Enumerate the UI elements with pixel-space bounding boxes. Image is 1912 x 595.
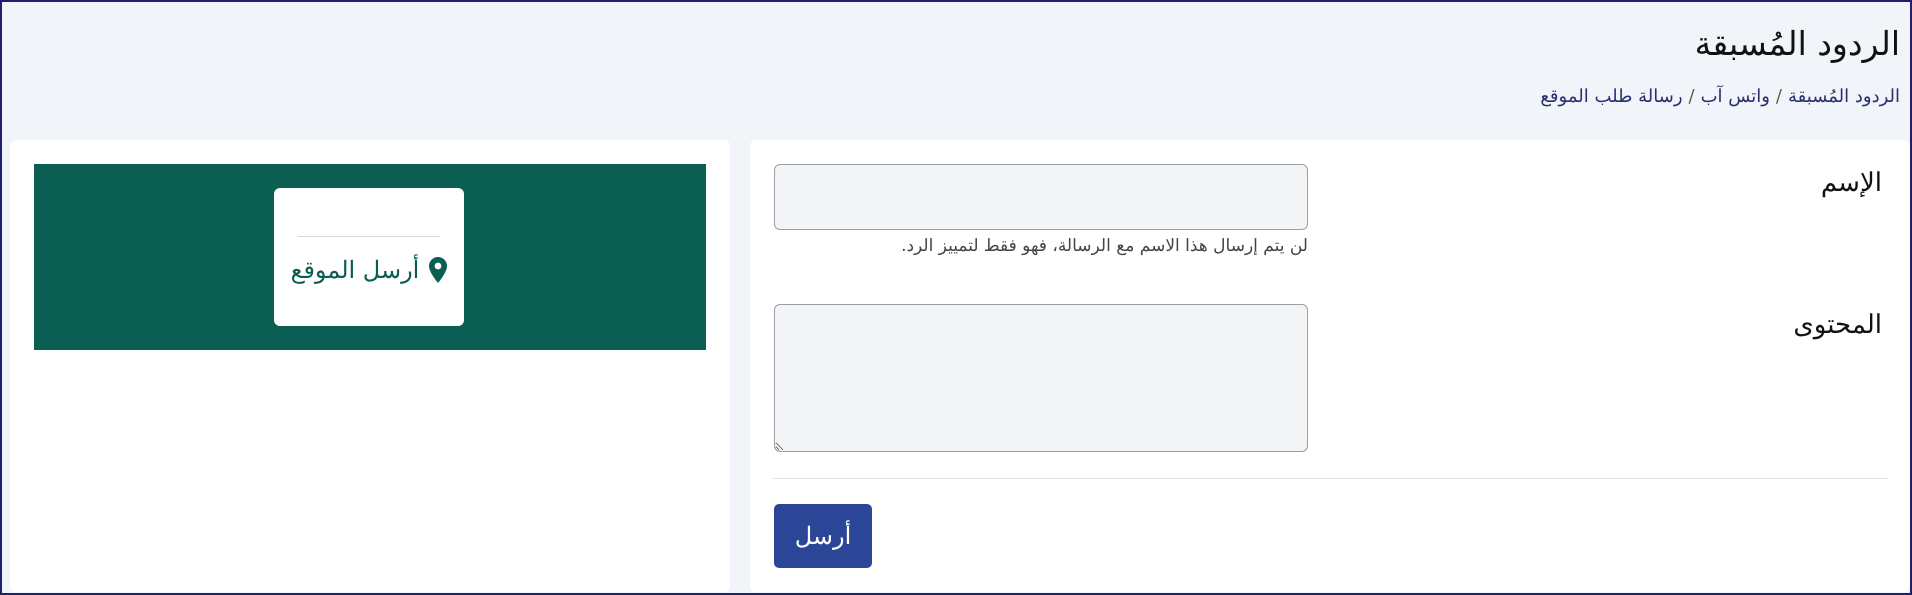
send-button[interactable]: أرسل xyxy=(774,504,872,568)
content-label: المحتوى xyxy=(1793,310,1882,340)
preview-chat-background: أرسل الموقع xyxy=(34,164,706,350)
breadcrumb-item-current: رسالة طلب الموقع xyxy=(1540,86,1683,107)
name-label: الإسم xyxy=(1820,168,1882,198)
bubble-divider xyxy=(298,236,440,237)
page-frame: الردود المُسبقة الردود المُسبقة / واتس آ… xyxy=(0,0,1912,595)
send-location-label: أرسل الموقع xyxy=(290,256,420,284)
message-preview-card: أرسل الموقع xyxy=(10,140,730,592)
breadcrumb-separator: / xyxy=(1775,86,1782,107)
preview-message-bubble: أرسل الموقع xyxy=(274,188,464,326)
reply-form-card: الإسم لن يتم إرسال هذا الاسم مع الرسالة،… xyxy=(750,140,1910,592)
name-help-text: لن يتم إرسال هذا الاسم مع الرسالة، فهو ف… xyxy=(901,236,1308,256)
content-textarea[interactable] xyxy=(774,304,1308,452)
breadcrumb: الردود المُسبقة / واتس آب / رسالة طلب ال… xyxy=(1540,86,1900,107)
name-input[interactable] xyxy=(774,164,1308,230)
form-divider xyxy=(772,478,1888,479)
breadcrumb-separator: / xyxy=(1688,86,1695,107)
breadcrumb-item-whatsapp[interactable]: واتس آب xyxy=(1701,86,1770,107)
send-location-button[interactable]: أرسل الموقع xyxy=(274,256,464,284)
location-pin-icon xyxy=(429,257,448,283)
page-title: الردود المُسبقة xyxy=(1694,24,1900,63)
breadcrumb-item-canned-replies[interactable]: الردود المُسبقة xyxy=(1788,86,1900,107)
